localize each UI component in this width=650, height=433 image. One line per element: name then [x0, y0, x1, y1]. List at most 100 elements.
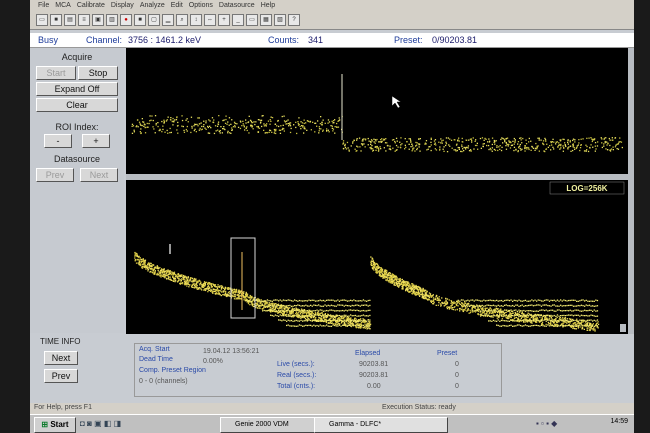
- spectrum-dot: [416, 148, 418, 151]
- spectrum-dot: [367, 309, 369, 312]
- mca-icon[interactable]: ▥: [106, 14, 118, 26]
- spectrum-dot: [528, 137, 530, 140]
- spectrum-dot: [354, 314, 357, 317]
- spectrum-dot: [265, 302, 267, 304]
- spectrum-dot: [571, 299, 573, 301]
- menu-mca[interactable]: MCA: [55, 2, 71, 9]
- tile-icon[interactable]: ▦: [260, 14, 272, 26]
- spectrum-dot: [218, 289, 220, 291]
- clear-icon[interactable]: ▢: [148, 14, 160, 26]
- spectrum-dot: [193, 281, 195, 283]
- spectrum-dot: [371, 260, 373, 263]
- spectrum-dot: [373, 262, 375, 264]
- menu-file[interactable]: File: [38, 2, 49, 9]
- spectrum-dot: [318, 313, 320, 315]
- minimize-icon[interactable]: _: [232, 14, 244, 26]
- help-icon[interactable]: ?: [288, 14, 300, 26]
- open-icon[interactable]: ▭: [36, 14, 48, 26]
- spectrum-dot: [588, 137, 590, 139]
- menu-display[interactable]: Display: [111, 2, 134, 9]
- taskbar-gamma-dlfc[interactable]: Gamma - DLFC*: [314, 417, 448, 433]
- spectrum-dot: [458, 301, 460, 304]
- report-icon[interactable]: ≡: [78, 14, 90, 26]
- spectrum-dot: [491, 150, 493, 152]
- spectrum-dot: [162, 128, 164, 131]
- full-spectrum-window[interactable]: [126, 48, 628, 174]
- scroll-down-arrow[interactable]: [620, 324, 626, 332]
- expand-off-button[interactable]: Expand Off: [36, 82, 118, 96]
- spectrum-dot: [511, 318, 514, 321]
- spectrum-dot: [418, 144, 420, 146]
- roi-prev-button[interactable]: -: [44, 134, 72, 148]
- print-icon[interactable]: ▤: [64, 14, 76, 26]
- datasource-next-button[interactable]: Next: [80, 168, 118, 182]
- spectrum-dot: [585, 304, 587, 306]
- spectrum-dot: [512, 304, 514, 307]
- help-status-bar: For Help, press F1 Execution Status: rea…: [30, 403, 634, 414]
- roi-next-button[interactable]: +: [82, 134, 110, 148]
- spectrum-dot: [591, 328, 593, 330]
- spectrum-dot: [157, 266, 159, 268]
- disk-icon[interactable]: ▣: [92, 14, 104, 26]
- spectrum-dot: [329, 299, 331, 301]
- spectrum-dot: [496, 305, 498, 307]
- cursor-icon[interactable]: +: [218, 14, 230, 26]
- cascade-icon[interactable]: ▧: [274, 14, 286, 26]
- start-menu-button[interactable]: ⊞ Start: [34, 417, 76, 433]
- quick-launch-icons[interactable]: ◘ ◙ ▣ ◧ ◨: [80, 419, 121, 428]
- zoom-icon[interactable]: ⌕: [176, 14, 188, 26]
- vertical-scrollbar[interactable]: [628, 48, 634, 334]
- spectrum-dot: [433, 303, 435, 305]
- spectrum-dot: [615, 144, 617, 146]
- spectrum-dot: [396, 283, 398, 285]
- menu-datasource[interactable]: Datasource: [219, 2, 255, 9]
- spectrum-icon[interactable]: ▁: [162, 14, 174, 26]
- expand-icon[interactable]: ⇔: [204, 14, 216, 26]
- spectrum-dot: [594, 329, 596, 332]
- spectrum-dot: [508, 320, 511, 322]
- spectrum-dot: [487, 144, 490, 147]
- spectrum-dot: [556, 299, 559, 301]
- spectrum-dot: [568, 318, 571, 320]
- spectrum-dot: [276, 310, 278, 312]
- spectrum-dot: [265, 303, 267, 305]
- spectrum-dot: [457, 305, 459, 307]
- spectrum-display[interactable]: LOG=256K: [126, 48, 628, 334]
- record-icon[interactable]: ●: [120, 14, 132, 26]
- stop-icon[interactable]: ■: [134, 14, 146, 26]
- start-button[interactable]: Start: [36, 66, 76, 80]
- stop-button[interactable]: Stop: [78, 66, 118, 80]
- spectrum-dot: [548, 323, 550, 325]
- menu-edit[interactable]: Edit: [171, 2, 183, 9]
- window-icon[interactable]: ▭: [246, 14, 258, 26]
- scale-icon[interactable]: ↕: [190, 14, 202, 26]
- spectrum-dot: [580, 310, 583, 312]
- spectrum-dot: [500, 305, 503, 307]
- menu-calibrate[interactable]: Calibrate: [77, 2, 105, 9]
- menu-analyze[interactable]: Analyze: [140, 2, 165, 9]
- spectrum-dot: [475, 299, 477, 301]
- clear-button[interactable]: Clear: [36, 98, 118, 112]
- spectrum-dot: [617, 143, 620, 145]
- spectrum-dot: [354, 320, 357, 322]
- menu-options[interactable]: Options: [189, 2, 213, 9]
- splitter-bar[interactable]: [126, 174, 628, 180]
- spectrum-dot: [558, 142, 560, 144]
- spectrum-dot: [416, 292, 418, 294]
- time-info-prev-button[interactable]: Prev: [44, 369, 78, 383]
- spectrum-dot: [243, 124, 245, 127]
- spectrum-dot: [330, 304, 333, 306]
- taskbar-genie-vdm[interactable]: Genie 2000 VDM: [220, 417, 322, 433]
- time-info-next-button[interactable]: Next: [44, 351, 78, 365]
- menu-help[interactable]: Help: [261, 2, 275, 9]
- spectrum-dot: [352, 142, 354, 144]
- spectrum-dot: [344, 145, 346, 147]
- save-icon[interactable]: ■: [50, 14, 62, 26]
- datasource-prev-button[interactable]: Prev: [36, 168, 74, 182]
- spectrum-dot: [562, 150, 564, 152]
- spectrum-dot: [338, 304, 341, 306]
- spectrum-dot: [184, 279, 186, 281]
- spectrum-dot: [181, 119, 184, 122]
- spectrum-dot: [597, 323, 600, 325]
- spectrum-dot: [245, 119, 247, 121]
